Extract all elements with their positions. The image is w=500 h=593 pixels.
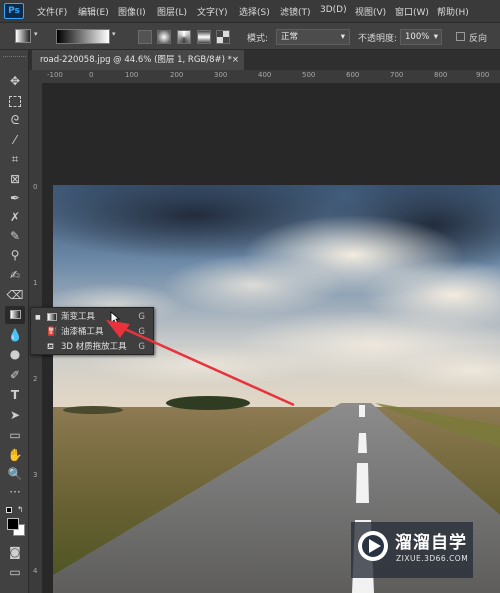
gradient-tool-icon[interactable]: [5, 306, 25, 324]
menu-file[interactable]: 文件(F): [37, 5, 67, 18]
pen-tool-icon[interactable]: ✐: [5, 366, 25, 384]
flyout-item-label: 渐变工具: [61, 312, 96, 322]
ruler-tick-label: 600: [346, 71, 360, 79]
menu-select[interactable]: 选择(S): [239, 5, 270, 18]
frame-tool-icon[interactable]: ⊠: [5, 170, 25, 188]
gradient-dropdown-icon[interactable]: ▾: [112, 30, 116, 38]
blend-mode-select[interactable]: 正常 ▾: [276, 29, 350, 45]
3d-material-drop-icon: ⛾: [47, 342, 54, 352]
menu-3d[interactable]: 3D(D): [320, 5, 347, 15]
watermark-url: ZIXUE.3D66.COM: [396, 554, 469, 563]
marquee-tool-icon[interactable]: [5, 92, 25, 110]
move-tool-icon[interactable]: ✥: [5, 72, 25, 90]
reflected-gradient-icon[interactable]: [197, 30, 211, 44]
opacity-value: 100%: [405, 32, 430, 42]
document-tab-title: road-220058.jpg @ 44.6% (图层 1, RGB/8#) *: [40, 55, 232, 65]
ruler-tick-label: 0: [33, 183, 38, 191]
gradient-tool-icon: [47, 313, 57, 321]
close-tab-icon[interactable]: ×: [232, 50, 239, 70]
foreground-color-swatch[interactable]: [7, 518, 19, 530]
ruler-tick-label: -100: [47, 71, 63, 79]
eraser-tool-icon[interactable]: ⌫: [5, 286, 25, 304]
ruler-tick-label: 500: [302, 71, 316, 79]
reverse-checkbox[interactable]: [456, 32, 465, 41]
swap-colors-icon[interactable]: ↰: [17, 505, 24, 514]
ruler-tick-label: 2: [33, 375, 38, 383]
tools-panel: ✥ ᘓ ⁄ ⌗ ⊠ ✒ ✗ ✎ ⚲ ✍ ⌫ 💧 ● ✐ T ➤ ▭ ✋ 🔍 ··…: [0, 50, 29, 593]
ruler-tick-label: 3: [33, 471, 38, 479]
opacity-field[interactable]: 100% ▾: [400, 29, 442, 45]
dodge-tool-icon[interactable]: ●: [5, 345, 25, 363]
toolbar-grip[interactable]: [3, 56, 26, 59]
horizontal-ruler: -100 0 100 200 300 400 500 600 700 800 9…: [29, 70, 500, 84]
play-logo-icon: [358, 531, 388, 561]
linear-gradient-icon[interactable]: [138, 30, 152, 44]
document-tab[interactable]: road-220058.jpg @ 44.6% (图层 1, RGB/8#) *…: [32, 50, 244, 70]
paint-bucket-icon: ⛽: [47, 327, 58, 337]
ruler-tick-label: 300: [214, 71, 228, 79]
ruler-tick-label: 800: [434, 71, 448, 79]
ruler-tick-label: 100: [125, 71, 139, 79]
ruler-tick-label: 700: [390, 71, 404, 79]
opacity-label: 不透明度:: [358, 34, 398, 44]
flyout-item-label: 油漆桶工具: [61, 327, 104, 337]
more-tools-icon[interactable]: ···: [5, 483, 25, 501]
gradient-tool-preset-icon[interactable]: [15, 29, 31, 43]
rectangle-tool-icon[interactable]: ▭: [5, 426, 25, 444]
menu-image[interactable]: 图像(I): [118, 5, 146, 18]
menu-bar: Ps 文件(F) 编辑(E) 图像(I) 图层(L) 文字(Y) 选择(S) 滤…: [0, 0, 500, 22]
menu-layer[interactable]: 图层(L): [157, 5, 187, 18]
blur-tool-icon[interactable]: 💧: [5, 326, 25, 344]
chevron-down-icon: ▾: [433, 32, 438, 42]
screen-mode-icon[interactable]: ▭: [5, 563, 25, 581]
selected-bullet-icon: ■: [35, 314, 41, 321]
ruler-tick-label: 1: [33, 279, 38, 287]
menu-view[interactable]: 视图(V): [355, 5, 386, 18]
brush-tool-icon[interactable]: ✎: [5, 227, 25, 245]
magic-wand-tool-icon[interactable]: ⁄: [5, 131, 25, 149]
menu-edit[interactable]: 编辑(E): [78, 5, 109, 18]
chevron-down-icon[interactable]: ▾: [34, 30, 38, 38]
mode-label: 模式:: [247, 34, 269, 44]
gradient-picker[interactable]: [56, 29, 110, 44]
photoshop-logo[interactable]: Ps: [4, 3, 24, 19]
ruler-tick-label: 200: [170, 71, 184, 79]
watermark-brand: 溜溜自学: [395, 533, 467, 553]
zoom-tool-icon[interactable]: 🔍: [5, 465, 25, 483]
menu-window[interactable]: 窗口(W): [395, 5, 429, 18]
menu-type[interactable]: 文字(Y): [197, 5, 228, 18]
radial-gradient-icon[interactable]: [157, 30, 171, 44]
annotation-arrow: [106, 320, 295, 407]
eyedropper-tool-icon[interactable]: ✒: [5, 189, 25, 207]
ruler-tick-label: 900: [476, 71, 490, 79]
ruler-tick-label: 0: [89, 71, 94, 79]
default-colors-icon[interactable]: [6, 507, 12, 513]
history-brush-tool-icon[interactable]: ✍: [5, 266, 25, 284]
options-bar: ▾ ▾ 模式: 正常 ▾ 不透明度: 100% ▾ 反向: [0, 22, 500, 50]
chevron-down-icon: ▾: [340, 32, 345, 42]
hand-tool-icon[interactable]: ✋: [5, 446, 25, 464]
clone-stamp-tool-icon[interactable]: ⚲: [5, 246, 25, 264]
blend-mode-value: 正常: [281, 32, 299, 42]
reverse-label: 反向: [469, 34, 488, 44]
quick-mask-icon[interactable]: ◙: [5, 543, 25, 561]
ruler-tick-label: 4: [33, 567, 38, 575]
crop-tool-icon[interactable]: ⌗: [5, 150, 25, 168]
diamond-gradient-icon[interactable]: [216, 30, 230, 44]
ruler-tick-label: 400: [258, 71, 272, 79]
menu-filter[interactable]: 滤镜(T): [280, 5, 311, 18]
healing-brush-tool-icon[interactable]: ✗: [5, 208, 25, 226]
angle-gradient-icon[interactable]: [177, 30, 191, 44]
path-selection-tool-icon[interactable]: ➤: [5, 406, 25, 424]
menu-help[interactable]: 帮助(H): [437, 5, 469, 18]
watermark: 溜溜自学 ZIXUE.3D66.COM: [351, 522, 473, 578]
lasso-tool-icon[interactable]: ᘓ: [5, 111, 25, 129]
type-tool-icon[interactable]: T: [5, 386, 25, 404]
